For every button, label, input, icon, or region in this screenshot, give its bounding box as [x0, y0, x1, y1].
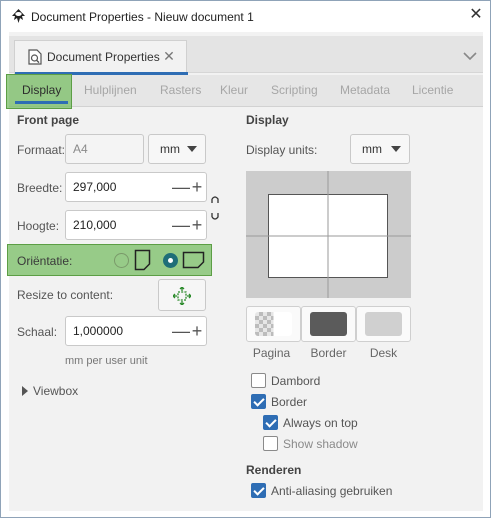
- chevron-down-icon: [463, 52, 477, 61]
- scale-label: Schaal:: [17, 325, 58, 339]
- front-page-heading: Front page: [17, 113, 79, 127]
- portrait-page-icon[interactable]: [134, 249, 151, 271]
- close-icon[interactable]: ✕: [467, 6, 485, 24]
- format-field[interactable]: A4: [65, 134, 144, 164]
- antialias-label: Anti-aliasing gebruiken: [271, 484, 393, 498]
- always-on-top-label: Always on top: [283, 416, 358, 430]
- close-tab-icon[interactable]: ✕: [162, 48, 176, 64]
- active-subtab-indicator: [15, 101, 68, 104]
- width-increment-button[interactable]: +: [189, 172, 205, 202]
- border-color-button[interactable]: [301, 306, 356, 342]
- tab-hulplijnen[interactable]: Hulplijnen: [84, 83, 137, 97]
- viewbox-expander[interactable]: Viewbox: [33, 384, 78, 398]
- tab-document-properties[interactable]: Document Properties ✕: [14, 40, 188, 75]
- border-label: Border: [271, 395, 308, 409]
- width-label: Breedte:: [17, 181, 63, 195]
- page-color-button[interactable]: [246, 306, 301, 342]
- height-increment-button[interactable]: +: [189, 210, 205, 240]
- tab-rasters[interactable]: Rasters: [160, 83, 201, 97]
- resize-to-content-button[interactable]: [158, 279, 206, 311]
- render-heading: Renderen: [246, 463, 302, 477]
- scale-value: 1,000000: [73, 324, 124, 338]
- checkerboard-checkbox[interactable]: [251, 373, 266, 388]
- tab-label: Document Properties: [47, 50, 160, 64]
- border-color-label: Border: [310, 346, 347, 360]
- display-heading: Display: [246, 113, 289, 127]
- dropdown-arrow-icon: [187, 146, 197, 152]
- tab-licentie[interactable]: Licentie: [412, 83, 453, 97]
- page-preview: [246, 171, 411, 298]
- checkerboard-swatch: [255, 312, 292, 336]
- scale-increment-button[interactable]: +: [189, 316, 205, 346]
- tab-menu-button[interactable]: [456, 42, 484, 70]
- tab-metadata[interactable]: Metadata: [340, 83, 390, 97]
- display-units-select[interactable]: mm: [350, 134, 410, 164]
- always-on-top-checkbox[interactable]: [263, 415, 278, 430]
- height-label: Hoogte:: [17, 219, 60, 233]
- inkscape-logo-icon: [12, 9, 25, 23]
- orientation-landscape-radio[interactable]: [163, 253, 178, 268]
- show-shadow-checkbox[interactable]: [263, 436, 278, 451]
- fit-page-icon: [173, 287, 191, 305]
- dropdown-arrow-icon: [391, 146, 401, 152]
- desk-color-button[interactable]: [356, 306, 411, 342]
- height-decrement-button[interactable]: —: [172, 210, 190, 240]
- show-shadow-label: Show shadow: [283, 437, 358, 451]
- antialias-checkbox[interactable]: [251, 483, 266, 498]
- preview-crosshair: [246, 171, 411, 298]
- height-value: 210,000: [73, 218, 117, 232]
- display-units-value: mm: [362, 142, 382, 156]
- title-bar: Document Properties - Nieuw document 1 ✕: [1, 1, 490, 32]
- checkerboard-label: Dambord: [271, 374, 321, 388]
- desk-color-label: Desk: [369, 346, 398, 360]
- orientation-label: Oriëntatie:: [17, 254, 73, 268]
- border-checkbox[interactable]: [251, 394, 266, 409]
- width-decrement-button[interactable]: —: [172, 172, 190, 202]
- orientation-portrait-radio[interactable]: [114, 253, 129, 268]
- landscape-page-icon[interactable]: [182, 251, 205, 269]
- desk-color-swatch: [365, 312, 402, 336]
- display-units-label: Display units:: [246, 143, 318, 157]
- format-unit-select[interactable]: mm: [148, 134, 206, 164]
- document-properties-icon: [28, 49, 42, 65]
- page-color-label: Pagina: [252, 346, 291, 360]
- window-title: Document Properties - Nieuw document 1: [31, 10, 254, 24]
- border-color-swatch: [310, 312, 347, 336]
- document-properties-window: Document Properties - Nieuw document 1 ✕…: [0, 0, 491, 518]
- chain-link-icon[interactable]: [210, 195, 220, 221]
- tab-scripting[interactable]: Scripting: [271, 83, 318, 97]
- tab-kleur[interactable]: Kleur: [220, 83, 248, 97]
- resize-to-content-label: Resize to content:: [17, 288, 114, 302]
- format-unit-value: mm: [160, 142, 180, 156]
- tab-display[interactable]: Display: [22, 83, 61, 97]
- format-label: Formaat:: [17, 143, 66, 157]
- scale-unit-note: mm per user unit: [65, 355, 148, 367]
- expander-arrow-icon[interactable]: [22, 386, 28, 396]
- width-value: 297,000: [73, 180, 117, 194]
- scale-decrement-button[interactable]: —: [172, 316, 190, 346]
